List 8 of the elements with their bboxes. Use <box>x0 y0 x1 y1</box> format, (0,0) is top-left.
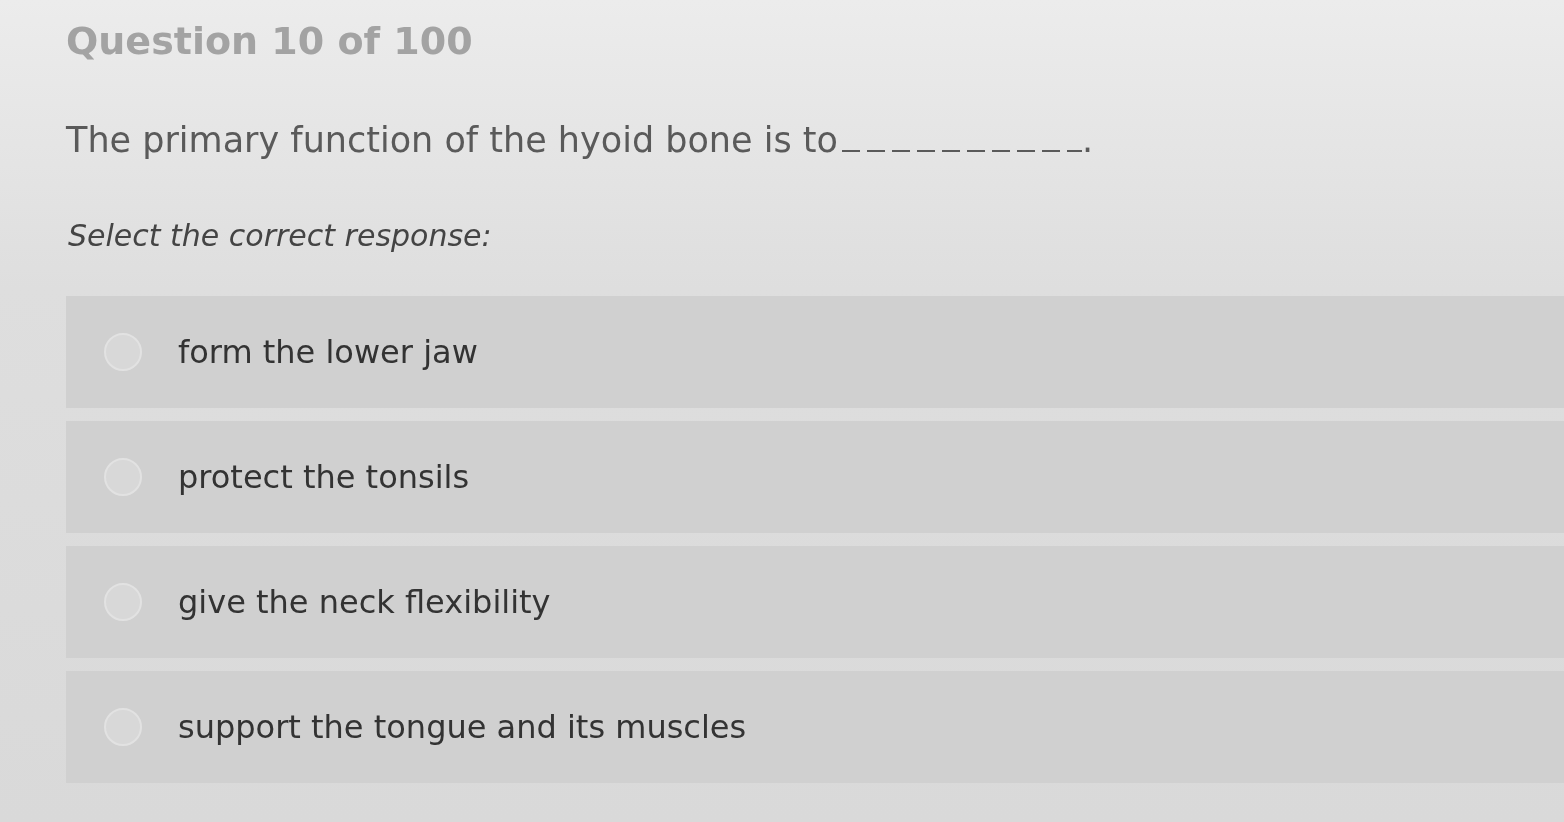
answer-option[interactable]: form the lower jaw <box>66 296 1564 408</box>
question-text: The primary function of the hyoid bone is to <box>66 120 838 160</box>
question-counter: Question 10 of 100 <box>66 18 474 65</box>
answer-option[interactable]: support the tongue and its muscles <box>66 671 1564 783</box>
answer-option[interactable]: give the neck flexibility <box>66 546 1564 658</box>
instruction-text: Select the correct response: <box>68 217 493 255</box>
question-end-text: . <box>1081 120 1094 160</box>
answer-option[interactable]: protect the tonsils <box>66 421 1564 533</box>
